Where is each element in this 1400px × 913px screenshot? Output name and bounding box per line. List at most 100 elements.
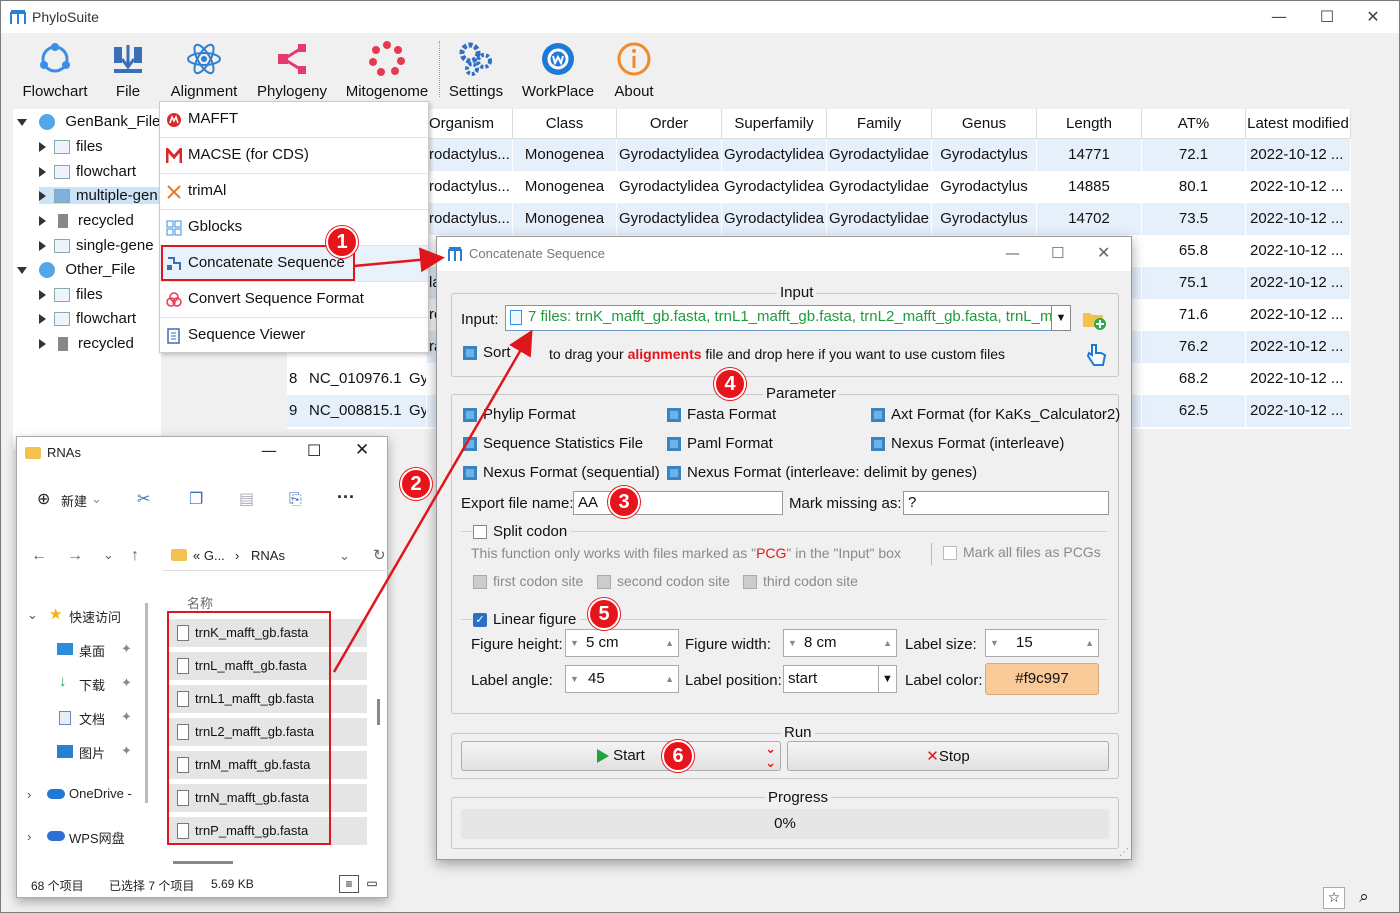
table-cell[interactable]: rodactylus...: [427, 139, 513, 171]
tree-item-files-other[interactable]: files: [39, 286, 103, 303]
table-cell[interactable]: Gyrodactylidea: [722, 139, 827, 171]
dialog-minimize-button[interactable]: —: [1005, 244, 1020, 262]
third-codon-checkbox[interactable]: third codon site: [743, 573, 858, 590]
table-cell[interactable]: 2022-10-12 ...: [1246, 171, 1351, 203]
table-cell[interactable]: Gyrodactylidea: [617, 139, 722, 171]
label-angle-spinbox[interactable]: ▼ 45 ▲: [565, 665, 679, 693]
copy-icon[interactable]: ❐: [189, 489, 203, 508]
table-row[interactable]: 9 NC_008815.1 Gyro: [287, 395, 427, 427]
dialog-maximize-button[interactable]: ☐: [1051, 244, 1064, 262]
start-button[interactable]: Start ⌄ ⌄: [461, 741, 781, 771]
hand-pointer-icon[interactable]: [1085, 341, 1107, 367]
onedrive-chevron-icon[interactable]: ›: [27, 787, 31, 802]
toolbar-phylogeny[interactable]: Phylogeny: [255, 37, 329, 100]
address-bar[interactable]: « G... › RNAs ⌄ ↻: [163, 541, 389, 571]
col-order[interactable]: Order: [617, 109, 722, 139]
file-scrollbar[interactable]: [377, 699, 380, 725]
table-cell[interactable]: 2022-10-12 ...: [1246, 235, 1351, 267]
nav-desktop[interactable]: 桌面: [79, 641, 105, 660]
table-cell[interactable]: 2022-10-12 ...: [1246, 267, 1351, 299]
refresh-icon[interactable]: ↻: [373, 546, 386, 564]
mark-missing-input[interactable]: ?: [903, 491, 1109, 515]
add-folder-icon[interactable]: [1081, 307, 1107, 331]
menu-item-convert[interactable]: Convert Sequence Format: [160, 282, 428, 318]
table-cell[interactable]: 73.5: [1142, 203, 1246, 235]
tree-item-recycled-other[interactable]: recycled: [39, 335, 134, 352]
tree-genbank-file[interactable]: GenBank_File: [17, 113, 160, 131]
tree-item-files[interactable]: files: [39, 138, 103, 155]
table-cell[interactable]: Monogenea: [513, 171, 617, 203]
col-family[interactable]: Family: [827, 109, 932, 139]
details-view-icon[interactable]: ≡: [339, 875, 359, 893]
cut-icon[interactable]: ✂: [137, 489, 150, 508]
col-genus[interactable]: Genus: [932, 109, 1037, 139]
spin-up-icon[interactable]: ▲: [665, 630, 674, 656]
menu-item-viewer[interactable]: Sequence Viewer: [160, 318, 428, 354]
tree-item-flowchart[interactable]: flowchart: [39, 163, 136, 180]
table-cell[interactable]: 65.8: [1142, 235, 1246, 267]
axt-format-checkbox[interactable]: Axt Format (for KaKs_Calculator2): [871, 406, 1120, 423]
toolbar-mitogenome[interactable]: Mitogenome: [343, 37, 431, 100]
table-cell[interactable]: 2022-10-12 ...: [1246, 139, 1351, 171]
table-row[interactable]: 8 NC_010976.1 Gyro: [287, 363, 427, 395]
rename-icon[interactable]: ⎘: [289, 489, 302, 509]
spin-up-icon[interactable]: ▲: [883, 630, 892, 656]
tree-item-flowchart-other[interactable]: flowchart: [39, 310, 136, 327]
second-codon-checkbox[interactable]: second codon site: [597, 573, 730, 590]
table-cell[interactable]: Gyrodactylus: [932, 139, 1037, 171]
spin-down-icon[interactable]: ▼: [788, 630, 797, 656]
menu-item-trimal[interactable]: trimAl: [160, 174, 428, 210]
input-files-combobox[interactable]: 7 files: trnK_mafft_gb.fasta, trnL1_maff…: [505, 305, 1053, 331]
toolbar-about[interactable]: About: [607, 37, 661, 100]
col-organism[interactable]: Organism: [427, 109, 513, 139]
new-button[interactable]: 新建: [61, 491, 87, 510]
table-cell[interactable]: 75.1: [1142, 267, 1246, 299]
dialog-close-button[interactable]: ✕: [1097, 243, 1110, 262]
spin-up-icon[interactable]: ▲: [665, 666, 674, 692]
tiles-view-icon[interactable]: ▭: [363, 875, 381, 893]
input-dropdown-chevron-icon[interactable]: ▼: [1051, 305, 1071, 331]
phylip-format-checkbox[interactable]: Phylip Format: [463, 406, 576, 423]
table-cell[interactable]: Gyrodactylidae: [827, 139, 932, 171]
toolbar-settings[interactable]: Settings: [445, 37, 507, 100]
back-arrow-icon[interactable]: ←: [31, 547, 47, 565]
mark-all-pcgs-checkbox[interactable]: Mark all files as PCGs: [943, 544, 1101, 561]
star-icon[interactable]: ☆: [1323, 887, 1345, 909]
table-cell[interactable]: Gyrodactylidae: [827, 203, 932, 235]
menu-item-gblocks[interactable]: Gblocks: [160, 210, 428, 246]
wps-chevron-icon[interactable]: ›: [27, 829, 31, 844]
nexus-sequential-checkbox[interactable]: Nexus Format (sequential): [463, 464, 660, 481]
statistics-file-checkbox[interactable]: Sequence Statistics File: [463, 435, 643, 452]
nexus-interleave-checkbox[interactable]: Nexus Format (interleave): [871, 435, 1064, 452]
table-cell[interactable]: Monogenea: [513, 203, 617, 235]
toolbar-alignment[interactable]: Alignment: [167, 37, 241, 100]
explorer-maximize-button[interactable]: ☐: [307, 441, 321, 460]
table-cell[interactable]: Gyrodactylidae: [827, 171, 932, 203]
minimize-button[interactable]: —: [1267, 7, 1291, 26]
tree-item-recycled[interactable]: recycled: [39, 212, 134, 229]
nav-wps[interactable]: WPS网盘: [69, 828, 125, 847]
resize-grip-icon[interactable]: ⋰: [1119, 847, 1129, 858]
table-cell[interactable]: rodactylus...: [427, 203, 513, 235]
history-chevron-icon[interactable]: ⌄: [103, 547, 114, 563]
col-latest-modified[interactable]: Latest modified: [1246, 109, 1351, 139]
table-cell[interactable]: rodactylus...: [427, 171, 513, 203]
name-column-header[interactable]: 名称: [187, 593, 213, 612]
paste-icon[interactable]: ▤: [239, 489, 254, 508]
nav-pictures[interactable]: 图片: [79, 743, 105, 762]
nav-downloads[interactable]: 下载: [79, 675, 105, 694]
table-cell[interactable]: 14771: [1037, 139, 1142, 171]
explorer-minimize-button[interactable]: —: [261, 441, 277, 460]
spin-down-icon[interactable]: ▼: [990, 630, 999, 656]
split-codon-checkbox[interactable]: Split codon: [473, 523, 572, 540]
sort-checkbox[interactable]: Sort: [463, 344, 511, 361]
table-cell[interactable]: Gyrodactylus: [932, 171, 1037, 203]
select-chevron-icon[interactable]: ▼: [878, 666, 896, 692]
table-cell[interactable]: 2022-10-12 ...: [1246, 203, 1351, 235]
table-cell[interactable]: 2022-10-12 ...: [1246, 331, 1351, 363]
export-name-input[interactable]: AA: [573, 491, 783, 515]
tree-item-multiple-gene[interactable]: multiple-gen: [39, 187, 161, 204]
spin-down-icon[interactable]: ▼: [570, 666, 579, 692]
figure-width-spinbox[interactable]: ▼ 8 cm ▲: [783, 629, 897, 657]
table-cell[interactable]: Monogenea: [513, 139, 617, 171]
